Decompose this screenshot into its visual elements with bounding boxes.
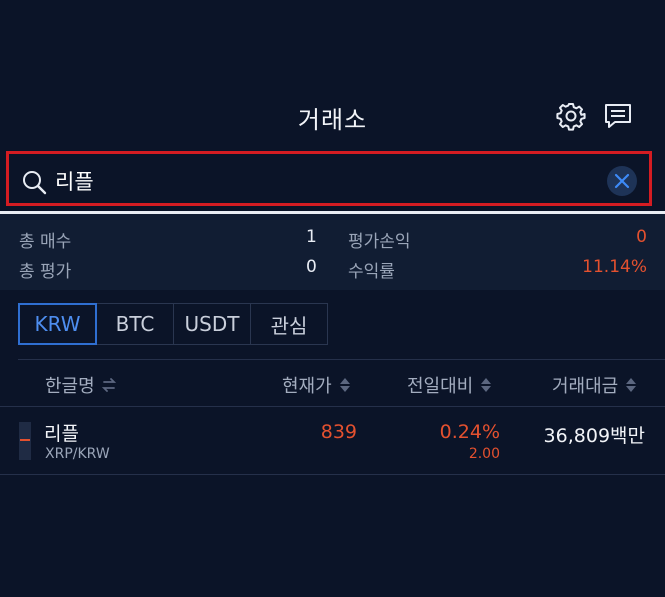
search-input[interactable] [53, 164, 577, 198]
column-price-label: 현재가 [282, 376, 332, 397]
market-tabs: KRW BTC USDT 관심 [18, 303, 328, 347]
search-icon [21, 169, 47, 195]
column-change-label: 전일대비 [407, 376, 474, 397]
pnl-value: 0 [636, 227, 647, 247]
swap-icon [101, 376, 116, 394]
coin-name: 리플 [44, 423, 79, 445]
chat-icon[interactable] [603, 101, 633, 131]
pnl-label: 평가손익 [348, 232, 411, 252]
column-volume-label: 거래대금 [552, 376, 619, 397]
search-bar [6, 151, 652, 206]
total-count-label: 총 매수 [19, 232, 72, 252]
coin-pair: XRP/KRW [45, 446, 110, 462]
total-count-value: 1 [306, 227, 317, 247]
gear-icon[interactable] [556, 101, 586, 131]
return-label: 수익률 [348, 262, 395, 282]
tab-usdt[interactable]: USDT [173, 303, 251, 345]
change-amount: 2.00 [468, 446, 500, 462]
header-divider [18, 359, 665, 360]
total-eval-label: 총 평가 [19, 262, 72, 282]
trade-volume: 36,809백만 [543, 425, 645, 447]
tab-btc[interactable]: BTC [96, 303, 174, 345]
total-eval-value: 0 [306, 257, 317, 277]
portfolio-summary: 총 매수 1 평가손익 0 총 평가 0 수익률 11.14% [0, 214, 665, 290]
return-value: 11.14% [582, 257, 647, 277]
column-change[interactable]: 전일대비 [407, 372, 492, 398]
column-name-label: 한글명 [45, 376, 95, 397]
screen: { "header": { "title": "거래소", "settings_… [0, 0, 665, 597]
column-volume[interactable]: 거래대금 [552, 372, 637, 398]
row-divider [0, 474, 665, 475]
column-name[interactable]: 한글명 [45, 372, 116, 398]
current-price: 839 [320, 421, 357, 443]
tab-krw[interactable]: KRW [18, 303, 97, 345]
sort-icon [480, 376, 492, 394]
sort-icon [339, 376, 351, 394]
close-icon[interactable] [607, 166, 637, 196]
table-row[interactable]: 리플 XRP/KRW 839 0.24% 2.00 36,809백만 [0, 407, 665, 474]
tab-favorites[interactable]: 관심 [250, 303, 328, 345]
candle-icon [19, 422, 31, 460]
sort-icon [625, 376, 637, 394]
header: 거래소 [0, 85, 665, 145]
change-percent: 0.24% [439, 421, 500, 443]
column-price[interactable]: 현재가 [282, 372, 351, 398]
